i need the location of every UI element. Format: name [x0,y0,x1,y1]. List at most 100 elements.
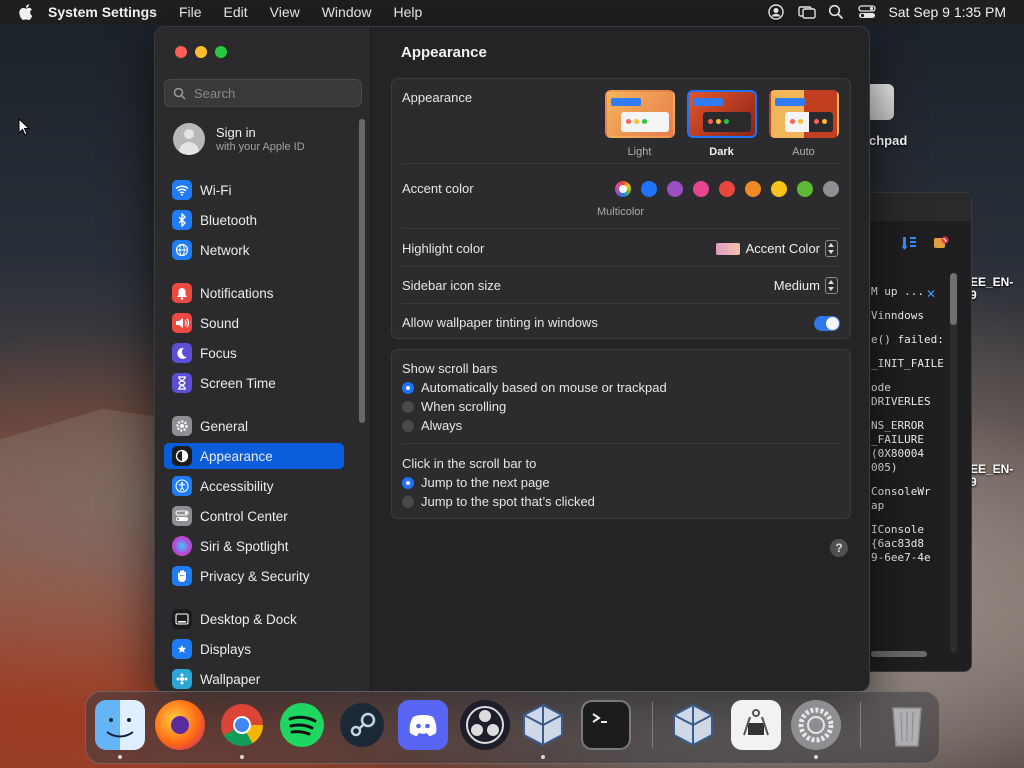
dock-steam-icon[interactable] [337,700,387,750]
running-indicator [541,755,545,759]
zoom-window-button[interactable] [215,46,227,58]
accent-color-pink[interactable] [693,181,709,197]
log-line: e() failed: [871,333,944,346]
sidebar-item-bluetooth[interactable]: Bluetooth [164,207,344,233]
divider [402,443,840,444]
menu-view[interactable]: View [270,4,300,20]
console-titlebar[interactable] [867,193,971,221]
user-account-icon[interactable] [768,4,785,20]
radio-selected-icon [402,476,414,489]
desktop-file-label-2[interactable]: EE_EN- 9 [970,276,1020,302]
scroll-bars-panel: Show scroll bars Automatically based on … [391,349,851,519]
sidebar-scrollbar[interactable] [359,119,365,423]
dock-system-information-icon[interactable] [731,700,781,750]
dock-virtualbox-vm-icon[interactable] [668,700,718,750]
apple-menu-icon[interactable] [18,4,34,20]
menu-app-name[interactable]: System Settings [48,4,157,20]
desktop-file-label-3[interactable]: EE_EN- 9 [970,463,1020,489]
sidebar-item-privacy-security[interactable]: Privacy & Security [164,563,344,589]
sidebar-item-label: Bluetooth [200,212,258,228]
close-window-button[interactable] [175,46,187,58]
accent-color-picker [615,181,839,197]
wallpaper-tinting-toggle[interactable] [814,316,840,331]
menu-window[interactable]: Window [322,4,372,20]
scroll-bars-scrolling-radio[interactable]: When scrolling [402,399,506,414]
console-horizontal-scrollbar[interactable] [871,651,927,657]
sidebar-item-control-center[interactable]: Control Center [164,503,344,529]
dock-finder-icon[interactable] [95,700,145,750]
menu-file[interactable]: File [179,4,202,20]
search-field[interactable] [164,79,362,107]
settings-sidebar: Sign in with your Apple ID Wi-Fi Bluetoo… [155,27,371,691]
sidebar-item-accessibility[interactable]: Accessibility [164,473,344,499]
control-center-icon[interactable] [858,4,877,20]
scroll-jump-next-page-radio[interactable]: Jump to the next page [402,475,550,490]
dock-system-settings-icon[interactable] [791,700,841,750]
accent-color-purple[interactable] [667,181,683,197]
scroll-bars-auto-radio[interactable]: Automatically based on mouse or trackpad [402,380,667,395]
sidebar-icon-size-popup[interactable]: Medium [774,277,838,294]
scroll-jump-spot-radio[interactable]: Jump to the spot that’s clicked [402,494,595,509]
desktop-file-label[interactable]: chpad [869,133,907,148]
sidebar-item-sound[interactable]: Sound [164,310,344,336]
dock-discord-icon[interactable] [398,700,448,750]
sign-in-subtitle: with your Apple ID [216,141,305,153]
sidebar-item-displays[interactable]: Displays [164,636,344,662]
sidebar-item-label: Siri & Spotlight [200,538,289,554]
sidebar-item-wallpaper[interactable]: Wallpaper [164,666,344,691]
highlight-color-popup[interactable]: Accent Color [715,240,838,257]
scroll-bars-always-radio[interactable]: Always [402,418,462,433]
page-title: Appearance [401,44,487,61]
accent-color-multicolor[interactable] [615,181,631,197]
console-scroll-thumb[interactable] [950,273,957,325]
appearance-option-light[interactable]: Light [604,90,675,158]
sidebar-item-siri-spotlight[interactable]: Siri & Spotlight [164,533,344,559]
sidebar-item-wifi[interactable]: Wi-Fi [164,177,344,203]
log-line: ode DRIVERLES [871,381,931,408]
dismiss-x-icon[interactable]: ✕ [926,287,936,301]
dock-trash-icon[interactable] [882,700,932,750]
sidebar-item-screen-time[interactable]: Screen Time [164,370,344,396]
menu-bar-clock[interactable]: Sat Sep 9 1:35 PM [888,4,1006,20]
radio-selected-icon [402,381,414,394]
clear-log-icon[interactable] [933,235,949,256]
sidebar-item-focus[interactable]: Focus [164,340,344,366]
sidebar-item-appearance[interactable]: Appearance [164,443,344,469]
divider [402,163,840,164]
accent-color-blue[interactable] [641,181,657,197]
desktop-file-icon[interactable] [866,84,894,120]
sidebar-item-desktop-dock[interactable]: Desktop & Dock [164,606,344,632]
accent-color-graphite[interactable] [823,181,839,197]
accent-color-orange[interactable] [745,181,761,197]
screen-mirroring-icon[interactable] [798,4,817,20]
search-input[interactable] [192,84,356,102]
sidebar-item-network[interactable]: Network [164,237,344,263]
sidebar-item-notifications[interactable]: Notifications [164,280,344,306]
search-icon [173,87,186,100]
dock-obs-icon[interactable] [460,700,510,750]
menu-edit[interactable]: Edit [224,4,248,20]
accent-color-red[interactable] [719,181,735,197]
minimize-window-button[interactable] [195,46,207,58]
apple-id-sign-in[interactable]: Sign in with your Apple ID [173,123,305,155]
accent-color-green[interactable] [797,181,813,197]
sidebar-item-label: Appearance [200,448,273,464]
background-console-window[interactable]: M up ... Vinndows e() failed: _INIT_FAIL… [866,192,972,672]
spotlight-search-icon[interactable] [828,4,844,20]
help-button[interactable]: ? [830,539,848,557]
dock-firefox-icon[interactable] [155,700,205,750]
control-center-icon [172,506,192,526]
sort-icon[interactable] [901,235,917,256]
accent-color-yellow[interactable] [771,181,787,197]
wallpaper-tinting-label: Allow wallpaper tinting in windows [402,315,598,330]
menu-help[interactable]: Help [394,4,423,20]
dock-chrome-icon[interactable] [217,700,267,750]
radio-icon [402,419,414,432]
dock-spotify-icon[interactable] [277,700,327,750]
sidebar-item-general[interactable]: General [164,413,344,439]
appearance-option-auto[interactable]: Auto [768,90,839,158]
dock-terminal-icon[interactable] [581,700,631,750]
appearance-option-dark[interactable]: Dark [686,90,757,158]
dock-virtualbox-icon[interactable] [518,700,568,750]
console-vertical-scrollbar[interactable] [950,273,957,653]
